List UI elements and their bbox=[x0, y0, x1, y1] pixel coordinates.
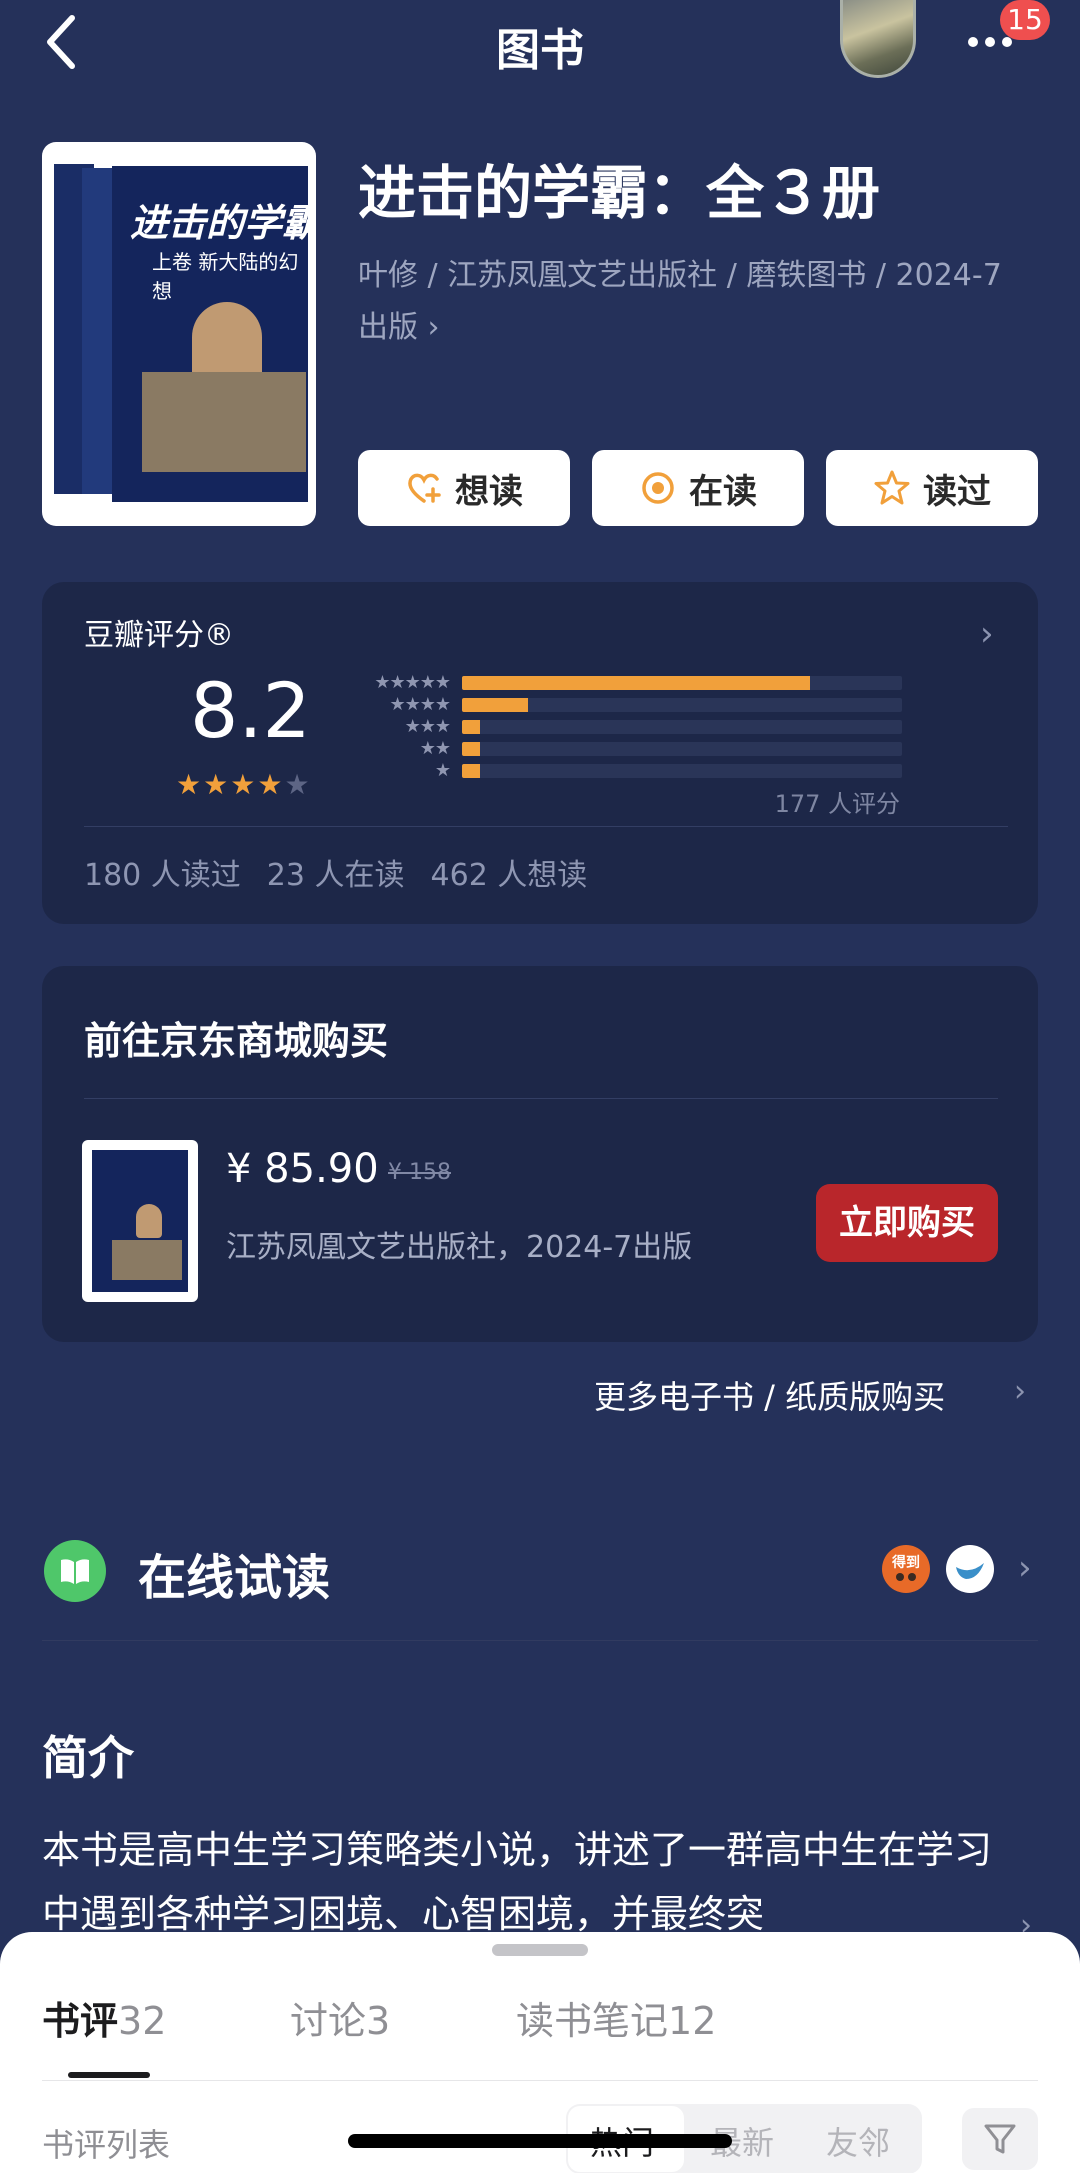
divider bbox=[42, 1640, 1038, 1641]
star-row-label: ★★ bbox=[419, 738, 451, 759]
tab-reviews[interactable]: 书评32 bbox=[42, 1990, 166, 2045]
review-list-label: 书评列表 bbox=[42, 2126, 171, 2164]
cover-subtitle: 上卷 新大陆的幻想 bbox=[152, 250, 299, 303]
sheet-grabber[interactable] bbox=[492, 1944, 588, 1956]
rating-bar-track bbox=[462, 742, 902, 756]
rating-count: 177 人评分 bbox=[774, 790, 900, 818]
star-row-label: ★★★ bbox=[404, 716, 451, 737]
reading-button[interactable]: 在读 bbox=[592, 450, 804, 526]
original-price: ¥ 158 bbox=[388, 1160, 451, 1185]
star-row-label: ★ bbox=[434, 760, 451, 781]
divider bbox=[84, 826, 1008, 827]
rating-bar bbox=[462, 742, 480, 756]
star-filled-icon: ★ bbox=[230, 768, 258, 801]
target-icon bbox=[642, 472, 674, 504]
star-outline-icon bbox=[874, 470, 910, 505]
rating-bar-track bbox=[462, 698, 902, 712]
rating-stars: ★★★★★ bbox=[176, 768, 312, 801]
want-to-read-button[interactable]: 想读 bbox=[358, 450, 570, 526]
chevron-right-icon[interactable]: › bbox=[980, 614, 994, 654]
star-row-label: ★★★★★ bbox=[374, 672, 451, 693]
divider bbox=[42, 2080, 1038, 2081]
rating-bar-track bbox=[462, 764, 902, 778]
more-buy-link[interactable]: 更多电子书 / 纸质版购买 bbox=[594, 1372, 945, 1418]
tab-notes[interactable]: 读书笔记12 bbox=[516, 1990, 716, 2045]
chevron-right-icon[interactable]: › bbox=[1014, 1374, 1026, 1409]
chevron-right-icon: › bbox=[427, 310, 440, 345]
page-title: 图书 bbox=[496, 25, 584, 76]
star-filled-icon: ★ bbox=[176, 768, 204, 801]
buy-title: 前往京东商城购买 bbox=[84, 1019, 389, 1063]
open-book-icon[interactable] bbox=[44, 1540, 106, 1602]
cover-title: 进击的学霸 bbox=[130, 200, 316, 245]
rating-score: 8.2 bbox=[190, 666, 311, 755]
sort-friends[interactable]: 友邻 bbox=[826, 2118, 890, 2164]
home-indicator bbox=[348, 2134, 732, 2148]
svg-text:得到: 得到 bbox=[891, 1554, 920, 1571]
star-labels: ★★★★★ ★★★★ ★★★ ★★ ★ bbox=[352, 672, 451, 782]
heart-plus-icon bbox=[408, 473, 441, 503]
rating-bar bbox=[462, 764, 480, 778]
buy-publisher: 江苏凤凰文艺出版社，2024-7出版 bbox=[226, 1230, 693, 1265]
rating-distribution bbox=[462, 676, 902, 786]
star-empty-icon: ★ bbox=[284, 768, 312, 801]
rating-bar bbox=[462, 676, 810, 690]
dedao-source-icon[interactable]: 得到 bbox=[882, 1545, 930, 1593]
divider bbox=[84, 1098, 998, 1099]
chevron-right-icon[interactable]: › bbox=[1018, 1548, 1032, 1588]
intro-text[interactable]: 本书是高中生学习策略类小说，讲述了一群高中生在学习中遇到各种学习困境、心智困境，… bbox=[42, 1818, 1002, 1946]
book-meta[interactable]: 叶修 / 江苏凤凰文艺出版社 / 磨铁图书 / 2024-7 出版 › bbox=[358, 250, 1038, 354]
star-row-label: ★★★★ bbox=[389, 694, 451, 715]
rating-bar bbox=[462, 720, 480, 734]
book-cover[interactable]: 进击的学霸 上卷 新大陆的幻想 bbox=[42, 142, 316, 526]
rating-bar-track bbox=[462, 720, 902, 734]
reader-stats: 180 人读过 23 人在读 462 人想读 bbox=[84, 850, 587, 894]
reader-source-icon[interactable] bbox=[946, 1545, 994, 1593]
star-filled-icon: ★ bbox=[203, 768, 231, 801]
tab-underline bbox=[68, 2072, 150, 2078]
reading-count[interactable]: 23 人在读 bbox=[267, 850, 405, 894]
have-read-button[interactable]: 读过 bbox=[826, 450, 1038, 526]
want-count[interactable]: 462 人想读 bbox=[431, 850, 588, 894]
book-title: 进击的学霸：全３册 bbox=[358, 159, 881, 227]
rating-bar bbox=[462, 698, 528, 712]
star-filled-icon: ★ bbox=[257, 768, 285, 801]
tab-discussions[interactable]: 讨论3 bbox=[290, 1990, 390, 2045]
read-count[interactable]: 180 人读过 bbox=[84, 850, 241, 894]
buy-now-button[interactable]: 立即购买 bbox=[816, 1184, 998, 1262]
online-read-title[interactable]: 在线试读 bbox=[138, 1538, 330, 1608]
price: ¥ 85.90 bbox=[226, 1146, 379, 1192]
intro-title: 简介 bbox=[42, 1731, 134, 1785]
rating-bar-track bbox=[462, 676, 902, 690]
avatar[interactable] bbox=[840, 0, 916, 78]
buy-book-thumbnail bbox=[82, 1140, 198, 1302]
rating-label: 豆瓣评分® bbox=[84, 618, 234, 653]
notification-badge: 15 bbox=[1000, 0, 1050, 40]
filter-icon[interactable] bbox=[962, 2108, 1038, 2170]
